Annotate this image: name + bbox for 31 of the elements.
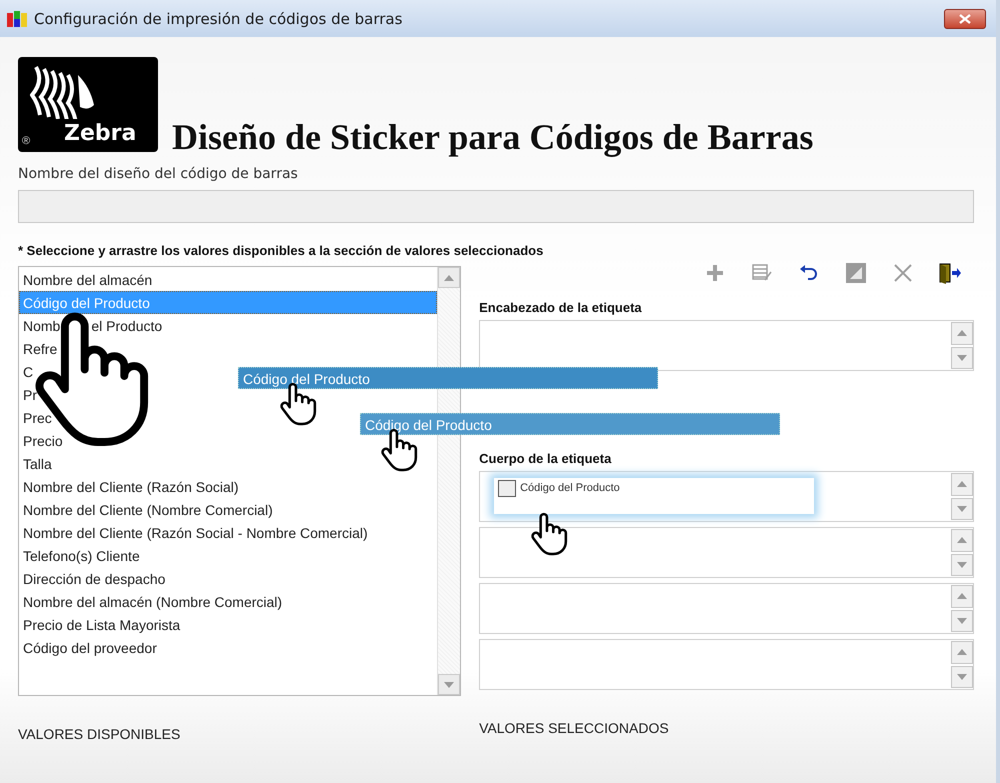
page-heading: Diseño de Sticker para Códigos de Barras (172, 116, 814, 158)
drag-ghost: Código del Producto (238, 367, 658, 389)
dropped-item-card[interactable]: Código del Producto (494, 478, 814, 514)
list-item[interactable]: Nombre del almacén (Nombre Comercial) (19, 590, 284, 613)
list-caption: VALORES SELECCIONADOS (479, 720, 670, 736)
logo-text: Zebra (64, 121, 136, 146)
body-box[interactable]: Código del Producto (479, 471, 974, 522)
list-item[interactable]: Dirección de despacho (19, 567, 166, 590)
list-item[interactable]: Nombre del almacén (19, 268, 154, 291)
registered-mark: ® (22, 135, 30, 147)
field-label: Nombre del diseño del código de barras (18, 166, 299, 182)
list-item[interactable]: Nomb el Producto (19, 314, 164, 337)
window-title: Configuración de impresión de códigos de barras (34, 10, 404, 28)
instruction-text: * Seleccione y arrastre los valores disponibles a la sección de valores seleccionados (18, 243, 544, 258)
section-label: Encabezado de la etiqueta (479, 300, 643, 315)
list-item[interactable]: Precio de Lista Mayorista (19, 613, 182, 636)
item-label: Código del Producto (520, 481, 620, 496)
list-item[interactable]: Refre (19, 337, 58, 360)
list-caption: VALORES DISPONIBLES (18, 726, 182, 742)
list-item[interactable]: C (19, 360, 34, 383)
section-label: Cuerpo de la etiqueta (479, 451, 612, 466)
list-item[interactable]: Pr (19, 383, 38, 406)
list-item[interactable]: Telefono(s) Cliente (19, 544, 141, 567)
list-item[interactable]: Nombre del Cliente (Nombre Comercial) (19, 498, 274, 521)
drag-ghost: Código del Producto (360, 413, 780, 435)
list-item[interactable]: Código del proveedor (19, 636, 158, 659)
list-item[interactable]: Precio (19, 429, 64, 452)
list-item[interactable]: Prec (19, 406, 53, 429)
list-item[interactable]: Nombre del Cliente (Razón Social - Nombre Comercial) (19, 521, 369, 544)
list-item[interactable]: Nombre del Cliente (Razón Social) (19, 475, 240, 498)
list-item[interactable]: Talla (19, 452, 53, 475)
